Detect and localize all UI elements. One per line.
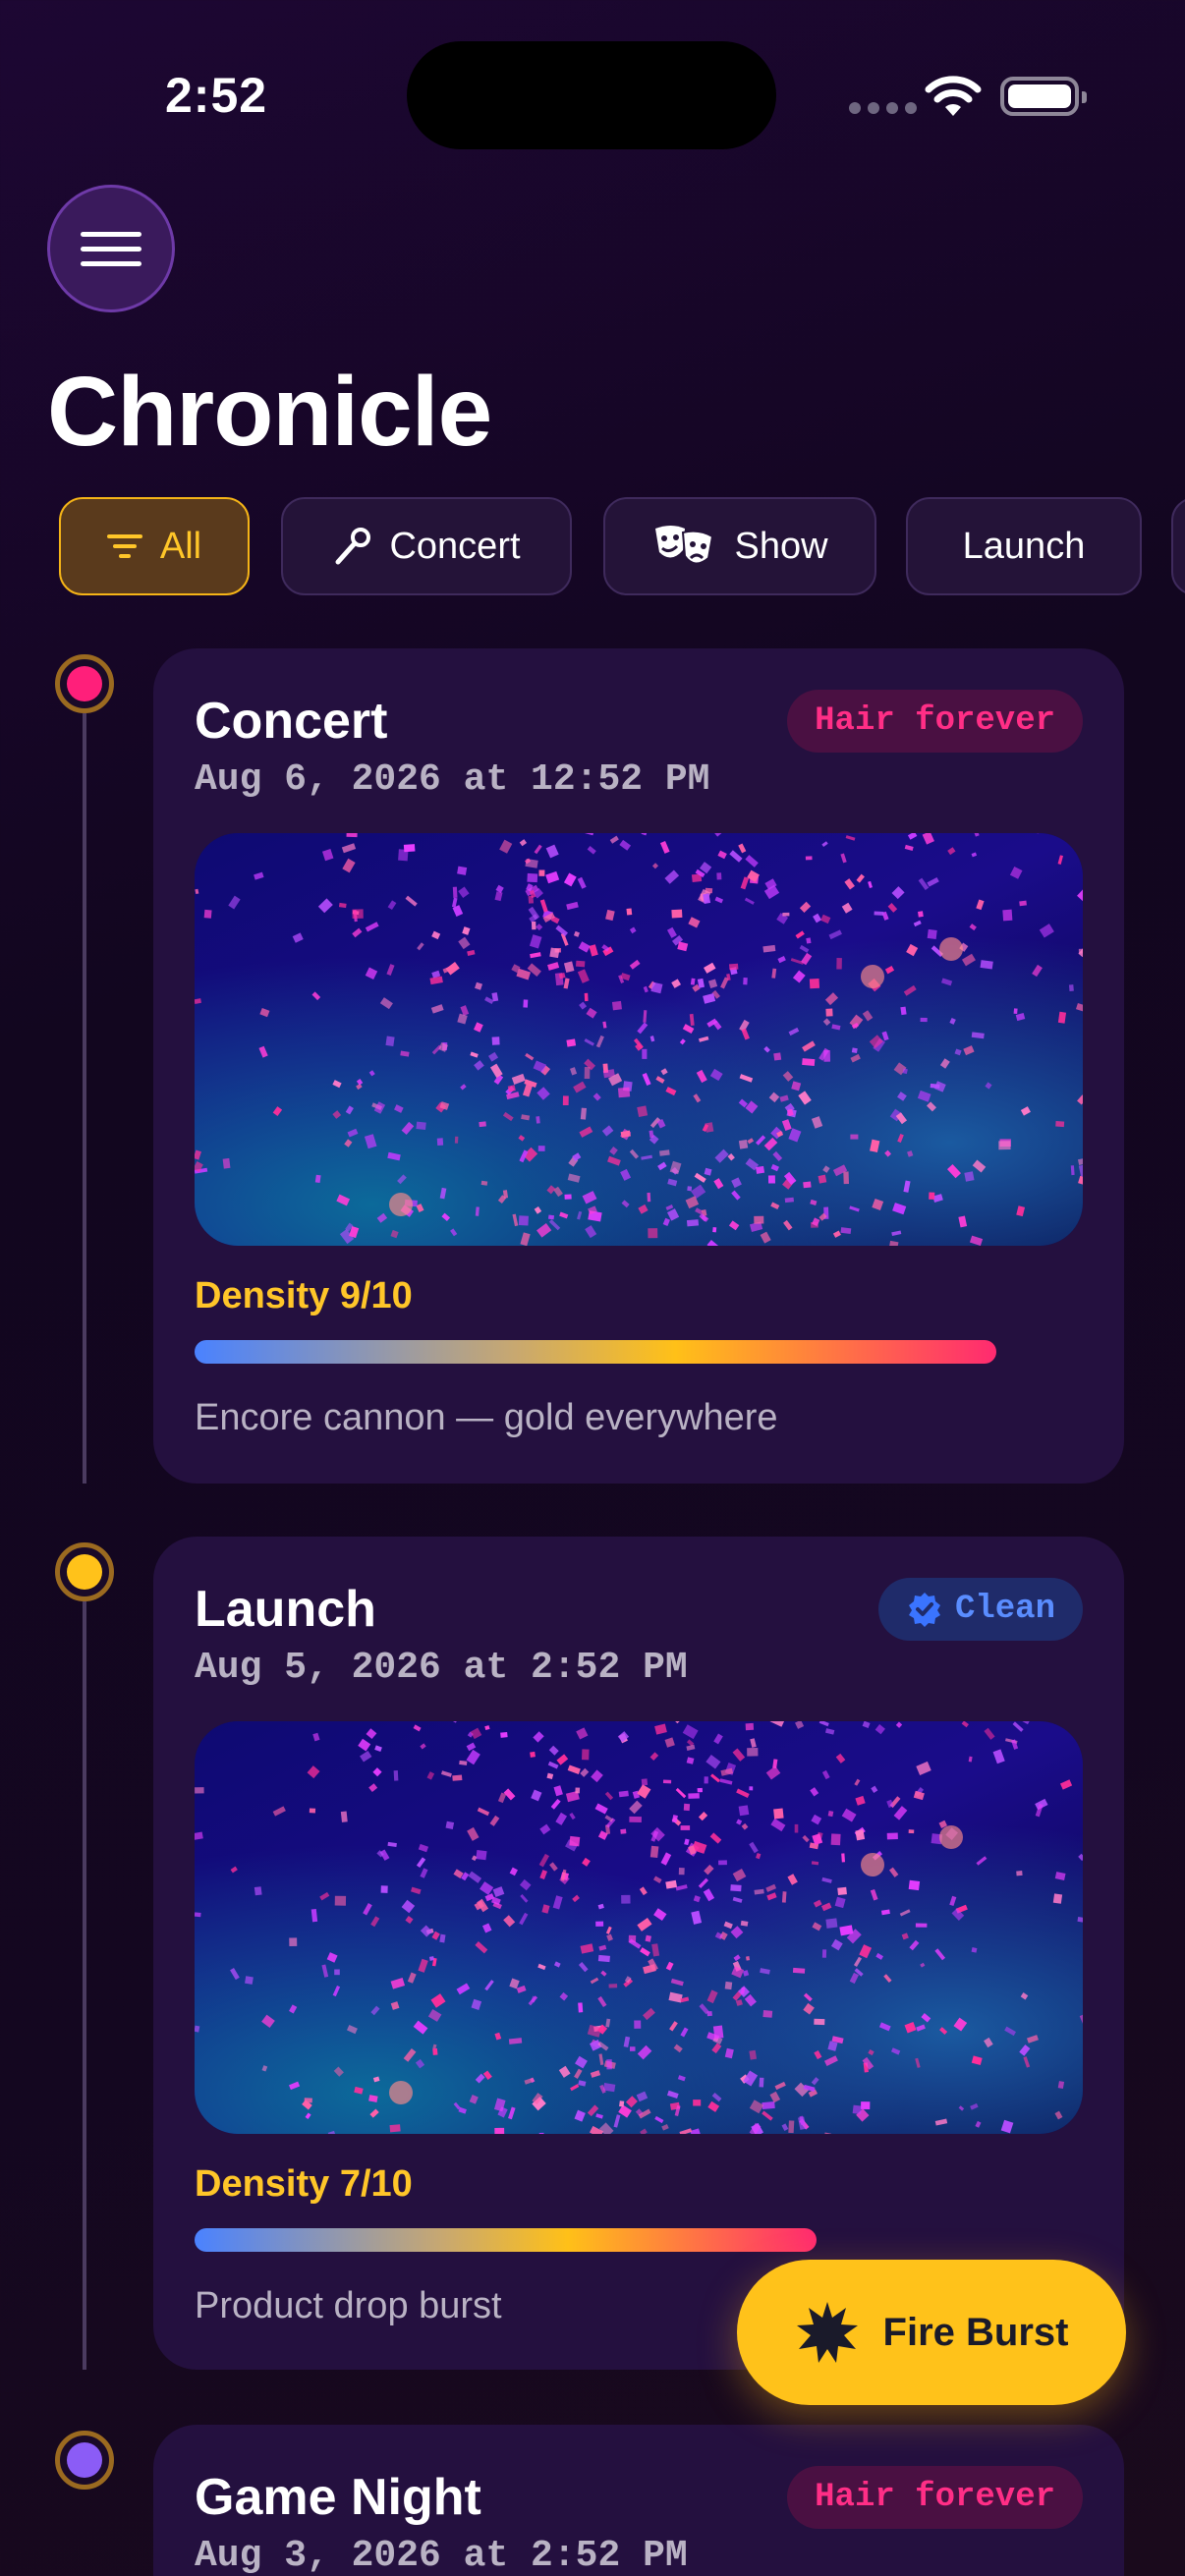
filter-chip-more[interactable]: [1171, 497, 1185, 595]
density-label: Density 7/10: [195, 2163, 413, 2205]
timeline-card[interactable]: Launch Clean Aug 5, 2026 at 2:52 PM Dens…: [153, 1537, 1124, 2370]
confetti-image: [195, 833, 1083, 1246]
confetti-image: [195, 1721, 1083, 2134]
theater-masks-icon: [655, 526, 714, 565]
hamburger-icon: [81, 231, 141, 237]
filter-chip-all[interactable]: All: [59, 497, 250, 595]
timeline-dot: [55, 1542, 114, 1601]
density-bar-fill: [195, 2228, 818, 2252]
card-date: Aug 3, 2026 at 2:52 PM: [195, 2535, 688, 2576]
status-badge: Hair forever: [787, 2466, 1083, 2529]
density-label: Density 9/10: [195, 1275, 413, 1316]
battery-icon: [1000, 77, 1087, 116]
card-title: Launch: [195, 1581, 376, 1638]
filter-chip-label: Launch: [962, 525, 1086, 567]
burst-star-icon: [796, 2302, 858, 2363]
density-bar: [195, 1340, 996, 1364]
timeline-dot: [55, 2431, 114, 2490]
filter-chip-show[interactable]: Show: [603, 497, 876, 595]
filter-chip-label: Show: [734, 525, 828, 567]
microphone-icon: [335, 528, 371, 565]
timeline-card[interactable]: Concert Hair forever Aug 6, 2026 at 12:5…: [153, 648, 1124, 1484]
menu-button[interactable]: [47, 185, 175, 312]
card-date: Aug 5, 2026 at 2:52 PM: [195, 1647, 688, 1689]
cellular-signal-icon: [849, 102, 917, 114]
card-date: Aug 6, 2026 at 12:52 PM: [195, 758, 710, 801]
status-badge: Hair forever: [787, 690, 1083, 753]
filter-chip-concert[interactable]: Concert: [281, 497, 572, 595]
timeline-line: [83, 1601, 86, 2370]
timeline-line: [83, 713, 86, 1484]
density-bar: [195, 2228, 996, 2252]
status-time: 2:52: [165, 68, 268, 123]
page-title: Chronicle: [47, 357, 492, 467]
status-bar: 2:52: [0, 0, 1185, 187]
filter-chip-launch[interactable]: Launch: [906, 497, 1142, 595]
card-note: Encore cannon — gold everywhere: [195, 1397, 778, 1438]
timeline-card[interactable]: Game Night Hair forever Aug 3, 2026 at 2…: [153, 2425, 1124, 2576]
status-badge: Clean: [877, 1578, 1083, 1641]
fire-burst-label: Fire Burst: [882, 2310, 1069, 2354]
timeline-dot: [55, 654, 114, 713]
filter-chip-label: All: [159, 525, 202, 567]
verified-badge-icon: [908, 1593, 940, 1627]
fire-burst-button[interactable]: Fire Burst: [737, 2260, 1126, 2405]
filter-lines-icon: [106, 534, 142, 558]
card-note: Product drop burst: [195, 2285, 502, 2326]
filter-chip-label: Concert: [389, 525, 521, 567]
density-bar-fill: [195, 1340, 996, 1364]
wifi-icon: [925, 76, 982, 116]
filter-chips: All Concert Show Launch: [59, 497, 1185, 599]
card-title: Concert: [195, 693, 388, 750]
dynamic-island: [407, 41, 776, 149]
card-title: Game Night: [195, 2469, 481, 2526]
